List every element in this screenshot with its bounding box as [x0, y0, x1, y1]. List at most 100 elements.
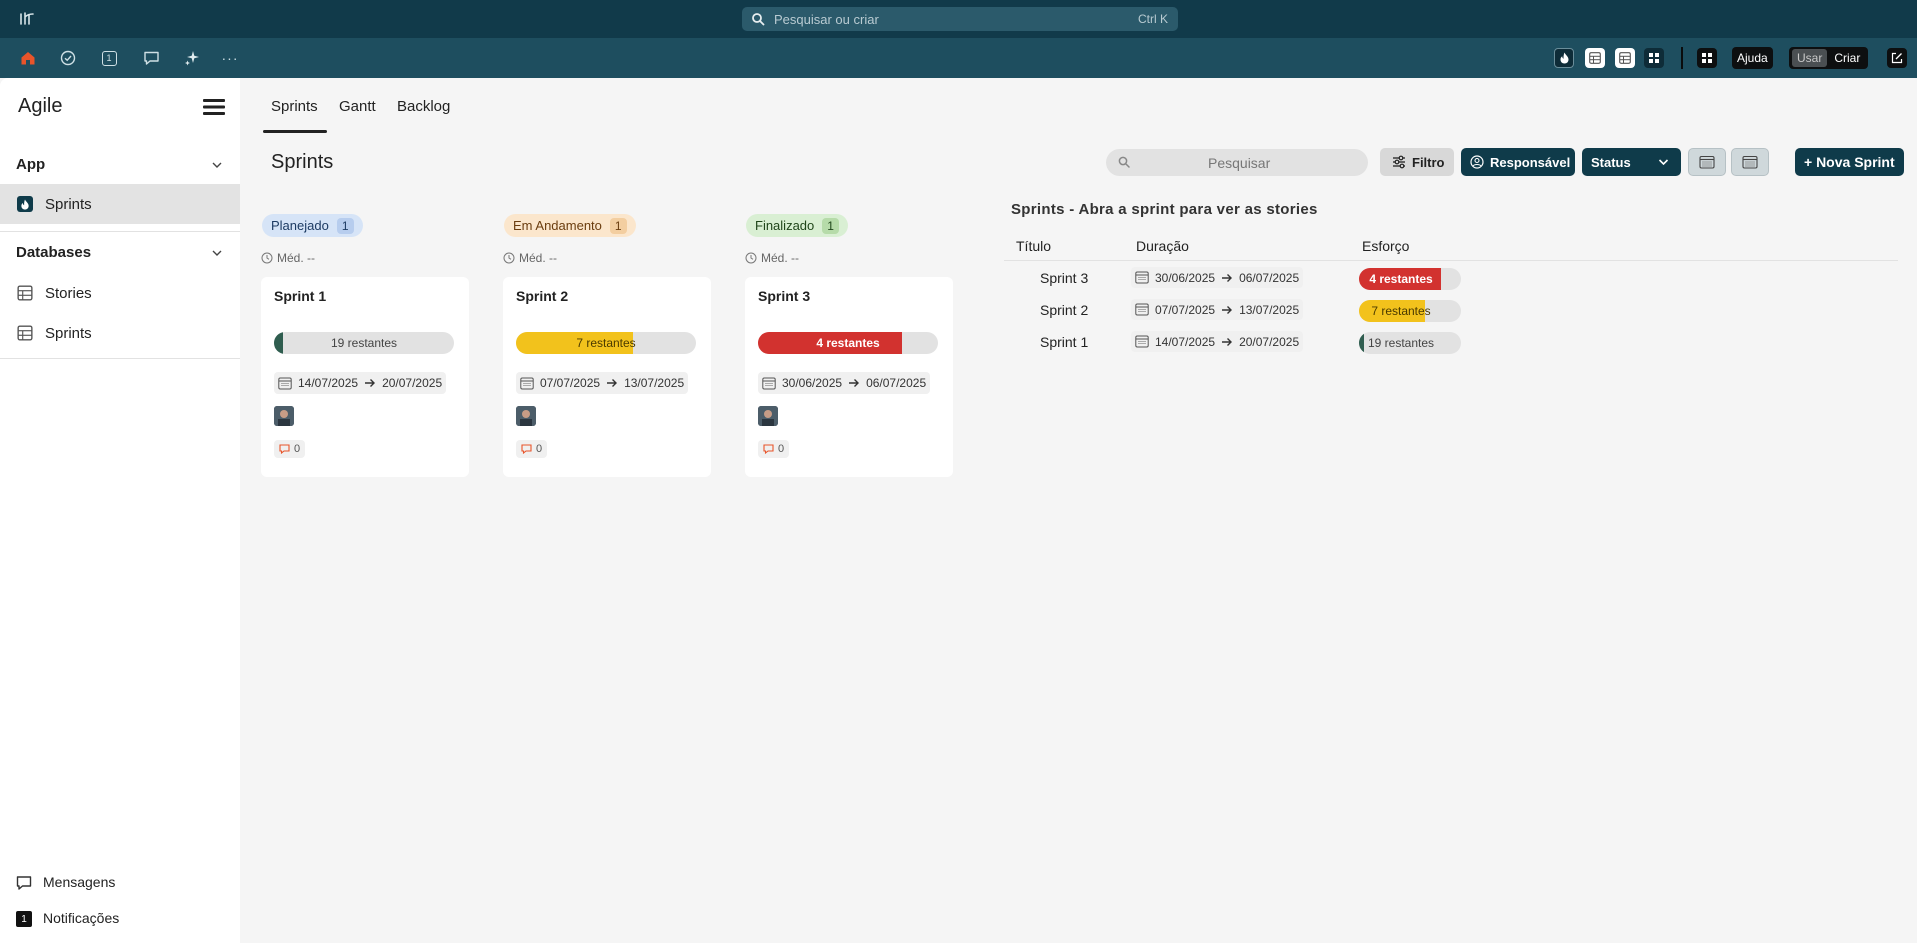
- tasks-button[interactable]: [57, 47, 79, 69]
- comment-icon: [521, 444, 532, 454]
- home-button[interactable]: [17, 47, 39, 69]
- column-average: Méd. --: [261, 251, 315, 265]
- arrow-right-icon: [365, 379, 376, 387]
- column-header-title[interactable]: Título: [1016, 238, 1051, 254]
- table-row[interactable]: Sprint 3 30/06/2025 06/07/2025 4 restant…: [1004, 262, 1464, 294]
- apps-grid-button[interactable]: [1697, 48, 1717, 68]
- row-start-date: 07/07/2025: [1155, 302, 1216, 317]
- column-average: Méd. --: [745, 251, 799, 265]
- sliders-icon: [1393, 155, 1405, 169]
- new-sprint-button[interactable]: + Nova Sprint: [1795, 148, 1904, 176]
- sprint-search-input[interactable]: Pesquisar: [1106, 149, 1368, 176]
- status-dropdown[interactable]: Status: [1582, 148, 1681, 176]
- ai-button[interactable]: [181, 47, 203, 69]
- grid-icon: [1702, 53, 1712, 63]
- avatar[interactable]: [274, 406, 294, 426]
- chat-button[interactable]: [140, 47, 162, 69]
- sprint-start-date: 07/07/2025: [540, 376, 601, 390]
- menu-icon[interactable]: [203, 98, 225, 116]
- avatar[interactable]: [516, 406, 536, 426]
- sprint-card[interactable]: Sprint 3 4 restantes 30/06/2025 06/07/20…: [745, 277, 953, 477]
- sprint-comments[interactable]: 0: [758, 440, 790, 458]
- column-average-label: Méd. --: [761, 251, 800, 265]
- sidebar-messages[interactable]: Mensagens: [0, 868, 240, 898]
- filter-label: Filtro: [1412, 154, 1445, 170]
- sprint-card[interactable]: Sprint 1 19 restantes 14/07/2025 20/07/2…: [261, 277, 469, 477]
- view-flame-button[interactable]: [1554, 48, 1574, 68]
- sidebar-item-label: Sprints: [45, 324, 92, 342]
- row-date-range[interactable]: 30/06/2025 06/07/2025: [1131, 267, 1304, 288]
- tab-sprints[interactable]: Sprints: [271, 98, 318, 115]
- row-title: Sprint 1: [1040, 334, 1089, 350]
- sidebar-item-sprints[interactable]: Sprints: [0, 184, 240, 224]
- view-grid-button[interactable]: [1644, 48, 1664, 68]
- owner-filter-button[interactable]: Responsável: [1461, 148, 1575, 176]
- calendar-icon: [1135, 303, 1149, 316]
- row-date-range[interactable]: 07/07/2025 13/07/2025: [1131, 299, 1304, 320]
- column-name: Finalizado: [755, 218, 815, 233]
- global-search-box[interactable]: Pesquisar ou criar Ctrl K: [742, 7, 1178, 31]
- sprint-date-range[interactable]: 30/06/2025 06/07/2025: [758, 372, 931, 394]
- sprint-progress-bar: 19 restantes: [274, 332, 454, 354]
- sprint-card[interactable]: Sprint 2 7 restantes 07/07/2025 13/07/20…: [503, 277, 711, 477]
- app-section-header[interactable]: App: [16, 156, 45, 173]
- column-badge-finalizado[interactable]: Finalizado 1: [746, 214, 848, 237]
- sprint-comments[interactable]: 0: [516, 440, 548, 458]
- table-row[interactable]: Sprint 1 14/07/2025 20/07/2025 19 restan…: [1004, 326, 1464, 358]
- sprint-remaining-label: 7 restantes: [576, 336, 636, 350]
- column-average-label: Méd. --: [277, 251, 316, 265]
- column-average: Méd. --: [503, 251, 557, 265]
- filter-button[interactable]: Filtro: [1380, 148, 1454, 176]
- mode-create-option[interactable]: Criar: [1829, 49, 1865, 67]
- avatar[interactable]: [758, 406, 778, 426]
- edit-button[interactable]: [1887, 48, 1907, 68]
- sidebar-divider: [0, 231, 240, 232]
- view-table-button[interactable]: [1585, 48, 1605, 68]
- sidebar-item-stories[interactable]: Stories: [0, 273, 240, 313]
- more-dots-icon: ···: [221, 50, 239, 66]
- column-header-duration[interactable]: Duração: [1136, 238, 1189, 254]
- table-row[interactable]: Sprint 2 07/07/2025 13/07/2025 7 restant…: [1004, 294, 1464, 326]
- sprint-date-range[interactable]: 14/07/2025 20/07/2025: [274, 372, 447, 394]
- sprint-end-date: 20/07/2025: [382, 376, 443, 390]
- tab-backlog[interactable]: Backlog: [397, 98, 450, 115]
- more-button[interactable]: ···: [219, 47, 241, 69]
- toolbar-divider: [1681, 47, 1683, 69]
- sprint-card-title: Sprint 1: [274, 288, 327, 304]
- tab-gantt[interactable]: Gantt: [339, 98, 376, 115]
- help-button[interactable]: Ajuda: [1732, 47, 1773, 69]
- calendar-icon: [278, 377, 292, 389]
- table-icon: [1589, 52, 1601, 64]
- column-badge-planejado[interactable]: Planejado 1: [262, 214, 363, 237]
- owner-filter-label: Responsável: [1490, 154, 1571, 170]
- chat-icon: [16, 876, 32, 890]
- row-remaining-label: 7 restantes: [1371, 304, 1431, 318]
- sprint-progress-bar: 7 restantes: [516, 332, 696, 354]
- chevron-down-icon[interactable]: [211, 159, 223, 171]
- column-header-effort[interactable]: Esforço: [1362, 238, 1409, 254]
- view-table-alt-button[interactable]: [1615, 48, 1635, 68]
- app-logo-icon[interactable]: [19, 11, 35, 27]
- global-search-placeholder: Pesquisar ou criar: [774, 12, 879, 27]
- sidebar-notifications[interactable]: 1 Notificações: [0, 904, 240, 934]
- databases-section-header[interactable]: Databases: [16, 244, 91, 261]
- sidebar-item-sprints-db[interactable]: Sprints: [0, 313, 240, 353]
- calendar-range-button[interactable]: [1731, 148, 1769, 176]
- calendar-view-button[interactable]: [1688, 148, 1726, 176]
- sidebar-title: Agile: [18, 95, 63, 117]
- chat-icon: [143, 51, 159, 65]
- sprint-date-range[interactable]: 07/07/2025 13/07/2025: [516, 372, 689, 394]
- column-name: Em Andamento: [513, 218, 602, 233]
- row-date-range[interactable]: 14/07/2025 20/07/2025: [1131, 331, 1304, 352]
- chevron-down-icon[interactable]: [211, 247, 223, 259]
- sprint-table-title: Sprints - Abra a sprint para ver as stor…: [1011, 201, 1318, 218]
- sprint-comments[interactable]: 0: [274, 440, 306, 458]
- arrow-right-icon: [1222, 337, 1233, 346]
- grid-icon: [1649, 53, 1659, 63]
- calendar-day-button[interactable]: 1: [98, 47, 120, 69]
- mode-use-option[interactable]: Usar: [1792, 49, 1828, 67]
- flame-icon: [1560, 52, 1568, 64]
- mode-toggle[interactable]: Usar Criar: [1789, 47, 1869, 69]
- column-badge-em-andamento[interactable]: Em Andamento 1: [504, 214, 636, 237]
- edit-icon: [1891, 52, 1903, 64]
